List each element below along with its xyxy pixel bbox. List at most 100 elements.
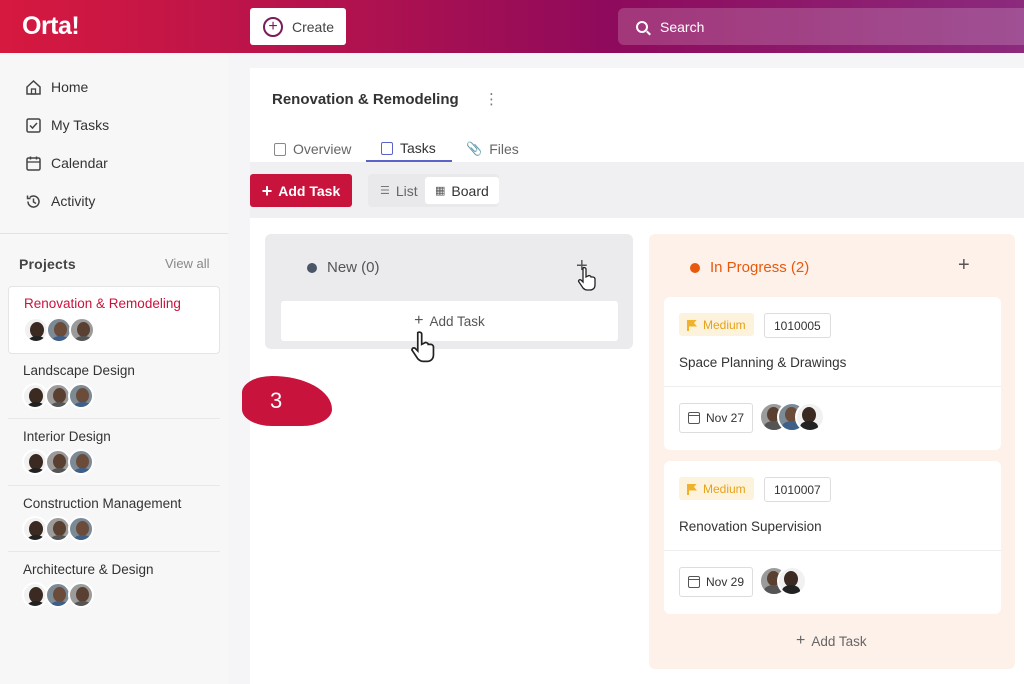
avatar bbox=[68, 383, 94, 409]
view-list-option[interactable]: ☰ List bbox=[370, 177, 428, 204]
top-bar: Orta! + Create Search bbox=[0, 0, 1024, 53]
plus-icon: + bbox=[414, 312, 424, 329]
tab-files[interactable]: 📎 Files bbox=[466, 136, 519, 162]
add-task-slot[interactable]: + Add Task bbox=[281, 301, 618, 341]
sidebar-item-my-tasks[interactable]: My Tasks bbox=[24, 115, 109, 135]
sidebar-item-home[interactable]: Home bbox=[24, 77, 88, 97]
sidebar-item-label: Calendar bbox=[51, 155, 108, 171]
task-title: Space Planning & Drawings bbox=[679, 355, 847, 370]
project-name: Landscape Design bbox=[23, 363, 135, 378]
view-board-option[interactable]: ▦ Board bbox=[425, 177, 499, 204]
avatar bbox=[68, 516, 94, 542]
status-dot bbox=[690, 262, 700, 273]
add-task-label: Add Task bbox=[278, 182, 341, 199]
flag-icon bbox=[687, 319, 697, 331]
toolbar bbox=[250, 162, 1024, 218]
page-title: Renovation & Remodeling bbox=[272, 91, 459, 108]
project-avatars bbox=[23, 317, 95, 343]
board-icon: ▦ bbox=[435, 185, 446, 197]
calendar-icon bbox=[688, 412, 700, 424]
column-header-new: New (0) bbox=[307, 259, 380, 276]
sidebar-item-label: My Tasks bbox=[51, 117, 110, 133]
tab-tasks[interactable]: Tasks bbox=[366, 136, 452, 162]
add-task-label: Add Task bbox=[429, 313, 485, 329]
plus-icon: + bbox=[261, 180, 273, 201]
search-input[interactable]: Search bbox=[618, 8, 1024, 45]
sidebar-divider bbox=[0, 233, 228, 234]
paperclip-icon: 📎 bbox=[466, 141, 483, 156]
task-card[interactable]: Medium 1010007 Renovation Supervision No… bbox=[664, 461, 1001, 614]
task-card[interactable]: Medium 1010005 Space Planning & Drawings… bbox=[664, 297, 1001, 450]
project-separator bbox=[8, 551, 220, 552]
due-date[interactable]: Nov 29 bbox=[679, 567, 754, 597]
column-title: New (0) bbox=[327, 259, 380, 276]
create-label: Create bbox=[292, 18, 335, 35]
project-avatars bbox=[22, 383, 94, 409]
project-avatars bbox=[22, 516, 94, 542]
column-add-icon[interactable]: + bbox=[958, 255, 970, 275]
list-icon: ☰ bbox=[380, 185, 390, 197]
app-logo[interactable]: Orta! bbox=[22, 12, 80, 41]
assignee-avatars[interactable] bbox=[759, 402, 825, 432]
add-task-label: Add Task bbox=[811, 633, 867, 649]
flag-icon bbox=[687, 483, 697, 495]
column-title: In Progress (2) bbox=[710, 259, 810, 276]
avatar bbox=[69, 317, 95, 343]
more-options-icon[interactable]: ⋮ bbox=[484, 92, 499, 107]
due-date-label: Nov 29 bbox=[706, 575, 745, 589]
column-header-in-progress: In Progress (2) bbox=[690, 259, 809, 276]
project-separator bbox=[8, 485, 220, 486]
project-item-interior[interactable]: Interior Design bbox=[8, 422, 220, 484]
priority-badge: Medium bbox=[679, 477, 754, 500]
sidebar-item-label: Home bbox=[51, 79, 89, 95]
calendar-icon bbox=[24, 154, 42, 172]
sidebar-item-activity[interactable]: Activity bbox=[24, 191, 95, 211]
card-divider bbox=[664, 550, 1001, 551]
avatar bbox=[68, 449, 94, 475]
project-name: Construction Management bbox=[23, 496, 182, 511]
sidebar-item-calendar[interactable]: Calendar bbox=[24, 153, 108, 173]
task-id: 1010005 bbox=[764, 313, 831, 338]
avatar bbox=[68, 582, 94, 608]
priority-badge: Medium bbox=[679, 313, 754, 336]
project-name: Renovation & Remodeling bbox=[24, 296, 181, 311]
checkbox-icon bbox=[381, 141, 393, 155]
priority-label: Medium bbox=[703, 481, 746, 496]
status-dot bbox=[307, 262, 317, 273]
tab-label: Tasks bbox=[400, 140, 436, 156]
projects-heading: Projects bbox=[19, 256, 76, 272]
task-id: 1010007 bbox=[764, 477, 831, 502]
step-number: 3 bbox=[270, 388, 283, 413]
project-item-construction[interactable]: Construction Management bbox=[8, 489, 220, 551]
due-date-label: Nov 27 bbox=[706, 411, 745, 425]
tab-overview[interactable]: Overview bbox=[274, 136, 351, 162]
create-button[interactable]: + Create bbox=[250, 8, 346, 45]
project-item-landscape[interactable]: Landscape Design bbox=[8, 356, 220, 418]
column-add-icon[interactable]: + bbox=[576, 256, 588, 276]
project-name: Architecture & Design bbox=[23, 562, 154, 577]
project-name: Interior Design bbox=[23, 429, 111, 444]
add-task-button[interactable]: + Add Task bbox=[250, 174, 352, 207]
plus-circle-icon: + bbox=[263, 16, 283, 37]
view-all-link[interactable]: View all bbox=[165, 256, 210, 271]
add-task-bottom[interactable]: + Add Task bbox=[796, 633, 867, 649]
view-list-label: List bbox=[395, 182, 418, 199]
search-icon bbox=[636, 20, 648, 33]
history-icon bbox=[24, 192, 42, 210]
project-avatars bbox=[22, 582, 94, 608]
project-item-architecture[interactable]: Architecture & Design bbox=[8, 555, 220, 617]
project-item-renovation[interactable]: Renovation & Remodeling bbox=[8, 286, 220, 354]
assignee-avatars[interactable] bbox=[759, 566, 807, 596]
project-avatars bbox=[22, 449, 94, 475]
calendar-icon bbox=[688, 576, 700, 588]
due-date[interactable]: Nov 27 bbox=[679, 403, 754, 433]
avatar bbox=[795, 402, 825, 432]
card-divider bbox=[664, 386, 1001, 387]
view-board-label: Board bbox=[451, 182, 489, 199]
checkbox-icon bbox=[24, 116, 42, 134]
home-icon bbox=[24, 78, 42, 96]
plus-icon: + bbox=[796, 632, 806, 649]
clipboard-icon bbox=[274, 142, 286, 156]
view-toggle: ☰ List ▦ Board bbox=[368, 174, 499, 207]
search-placeholder: Search bbox=[660, 18, 705, 35]
